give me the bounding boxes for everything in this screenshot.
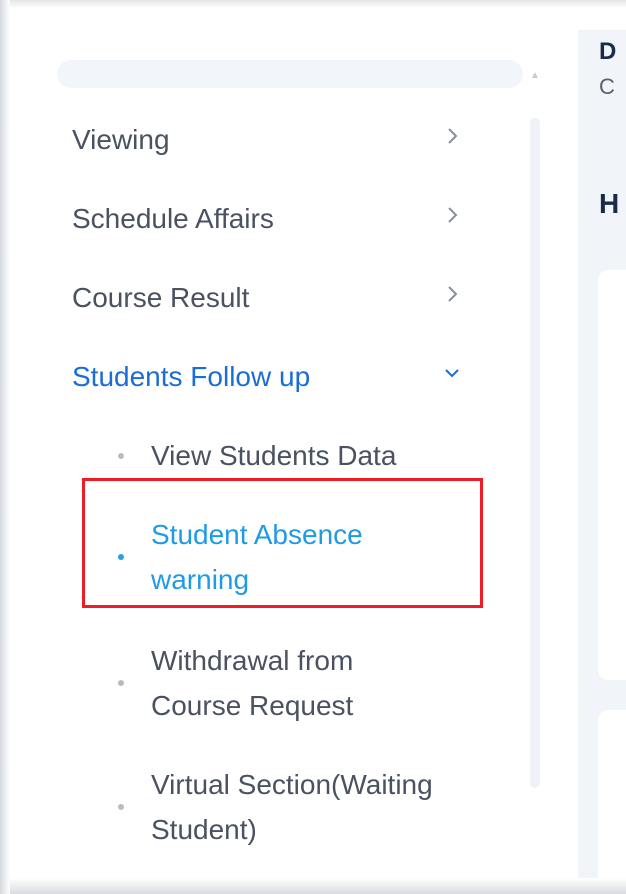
submenu-item-label-line2: warning	[151, 564, 250, 595]
content-card	[598, 270, 626, 680]
submenu-item-label-line2: Course Request	[151, 690, 354, 721]
submenu-item-label-line1: Virtual Section(Waiting	[151, 769, 433, 800]
chevron-right-icon	[448, 207, 458, 223]
menu-item-schedule-affairs[interactable]: Schedule Affairs	[72, 197, 472, 237]
sidebar-search-bar[interactable]	[57, 60, 523, 88]
dot-icon	[118, 554, 124, 560]
menu-item-students-follow-up[interactable]: Students Follow up	[72, 355, 472, 395]
chevron-right-icon	[448, 128, 458, 144]
main-content-panel: D C H	[578, 30, 626, 878]
arrow-up-icon[interactable]: ▲	[530, 70, 540, 81]
menu-item-viewing[interactable]: Viewing	[72, 118, 472, 158]
chevron-right-icon	[448, 286, 458, 302]
submenu-item-label-line1: Withdrawal from	[151, 645, 354, 676]
dot-icon	[118, 804, 124, 810]
window-shadow-bottom	[10, 878, 626, 894]
chevron-down-icon	[445, 369, 459, 378]
submenu-item-virtual-section-waiting-student[interactable]: Virtual Section(Waiting Student)	[118, 762, 478, 852]
window-shadow-top	[10, 0, 626, 8]
dot-icon	[118, 453, 124, 459]
content-card	[598, 710, 626, 878]
window-shadow-left	[0, 0, 10, 894]
submenu-item-label-line1: Student Absence	[151, 519, 363, 550]
sidebar-scrollbar[interactable]	[530, 118, 540, 788]
submenu-item-student-absence-warning[interactable]: Student Absence warning	[118, 512, 478, 602]
menu-item-course-result[interactable]: Course Result	[72, 276, 472, 316]
menu-item-label: Viewing	[72, 124, 170, 155]
menu-item-label: Students Follow up	[72, 361, 311, 392]
submenu-item-label: View Students Data	[151, 440, 397, 471]
submenu-item-label-line2: Student)	[151, 814, 257, 845]
main-content-heading: H	[599, 188, 620, 219]
submenu-item-withdrawal-from-course-request[interactable]: Withdrawal from Course Request	[118, 638, 478, 728]
menu-item-label: Schedule Affairs	[72, 203, 274, 234]
menu-item-label: Course Result	[72, 282, 250, 313]
main-content-subtitle: C	[599, 74, 615, 99]
dot-icon	[118, 680, 124, 686]
submenu-item-view-students-data[interactable]: View Students Data	[118, 433, 478, 478]
main-content-title: D	[599, 38, 617, 65]
